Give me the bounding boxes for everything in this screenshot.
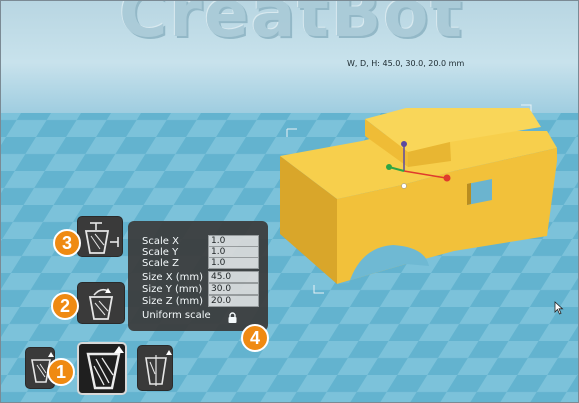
lay-flat-icon bbox=[88, 288, 114, 320]
badge-1: 1 bbox=[47, 358, 75, 386]
3d-viewport[interactable]: CreatBot W, D, H: 45.0, 30.0, 20.0 mm Sc… bbox=[0, 0, 579, 403]
scale-x-label: Scale X bbox=[142, 236, 179, 247]
lay-flat-button[interactable] bbox=[77, 282, 125, 324]
scale-z-input[interactable]: 1.0 bbox=[208, 257, 259, 269]
max-size-button[interactable] bbox=[77, 216, 123, 257]
scale-tool-icon bbox=[86, 346, 124, 390]
size-z-input[interactable]: 20.0 bbox=[208, 295, 259, 307]
scale-panel: Scale X 1.0 Scale Y 1.0 Scale Z 1.0 Size… bbox=[128, 221, 268, 331]
mouse-cursor-icon bbox=[554, 301, 564, 315]
mirror-tool-icon bbox=[145, 350, 172, 386]
size-x-label: Size X (mm) bbox=[142, 272, 204, 283]
size-x-input[interactable]: 45.0 bbox=[208, 271, 259, 283]
badge-3: 3 bbox=[53, 229, 81, 257]
lock-icon[interactable] bbox=[227, 312, 238, 324]
mirror-tool-button[interactable] bbox=[137, 345, 173, 391]
size-y-input[interactable]: 30.0 bbox=[208, 283, 259, 295]
size-y-label: Size Y (mm) bbox=[142, 284, 203, 295]
badge-4: 4 bbox=[241, 324, 269, 352]
badge-2: 2 bbox=[51, 292, 79, 320]
uniform-scale-label: Uniform scale bbox=[142, 310, 211, 321]
max-size-icon bbox=[84, 222, 119, 254]
size-z-label: Size Z (mm) bbox=[142, 296, 204, 307]
scale-z-label: Scale Z bbox=[142, 258, 179, 269]
scale-tool-button[interactable] bbox=[77, 342, 127, 395]
scale-y-label: Scale Y bbox=[142, 247, 179, 258]
